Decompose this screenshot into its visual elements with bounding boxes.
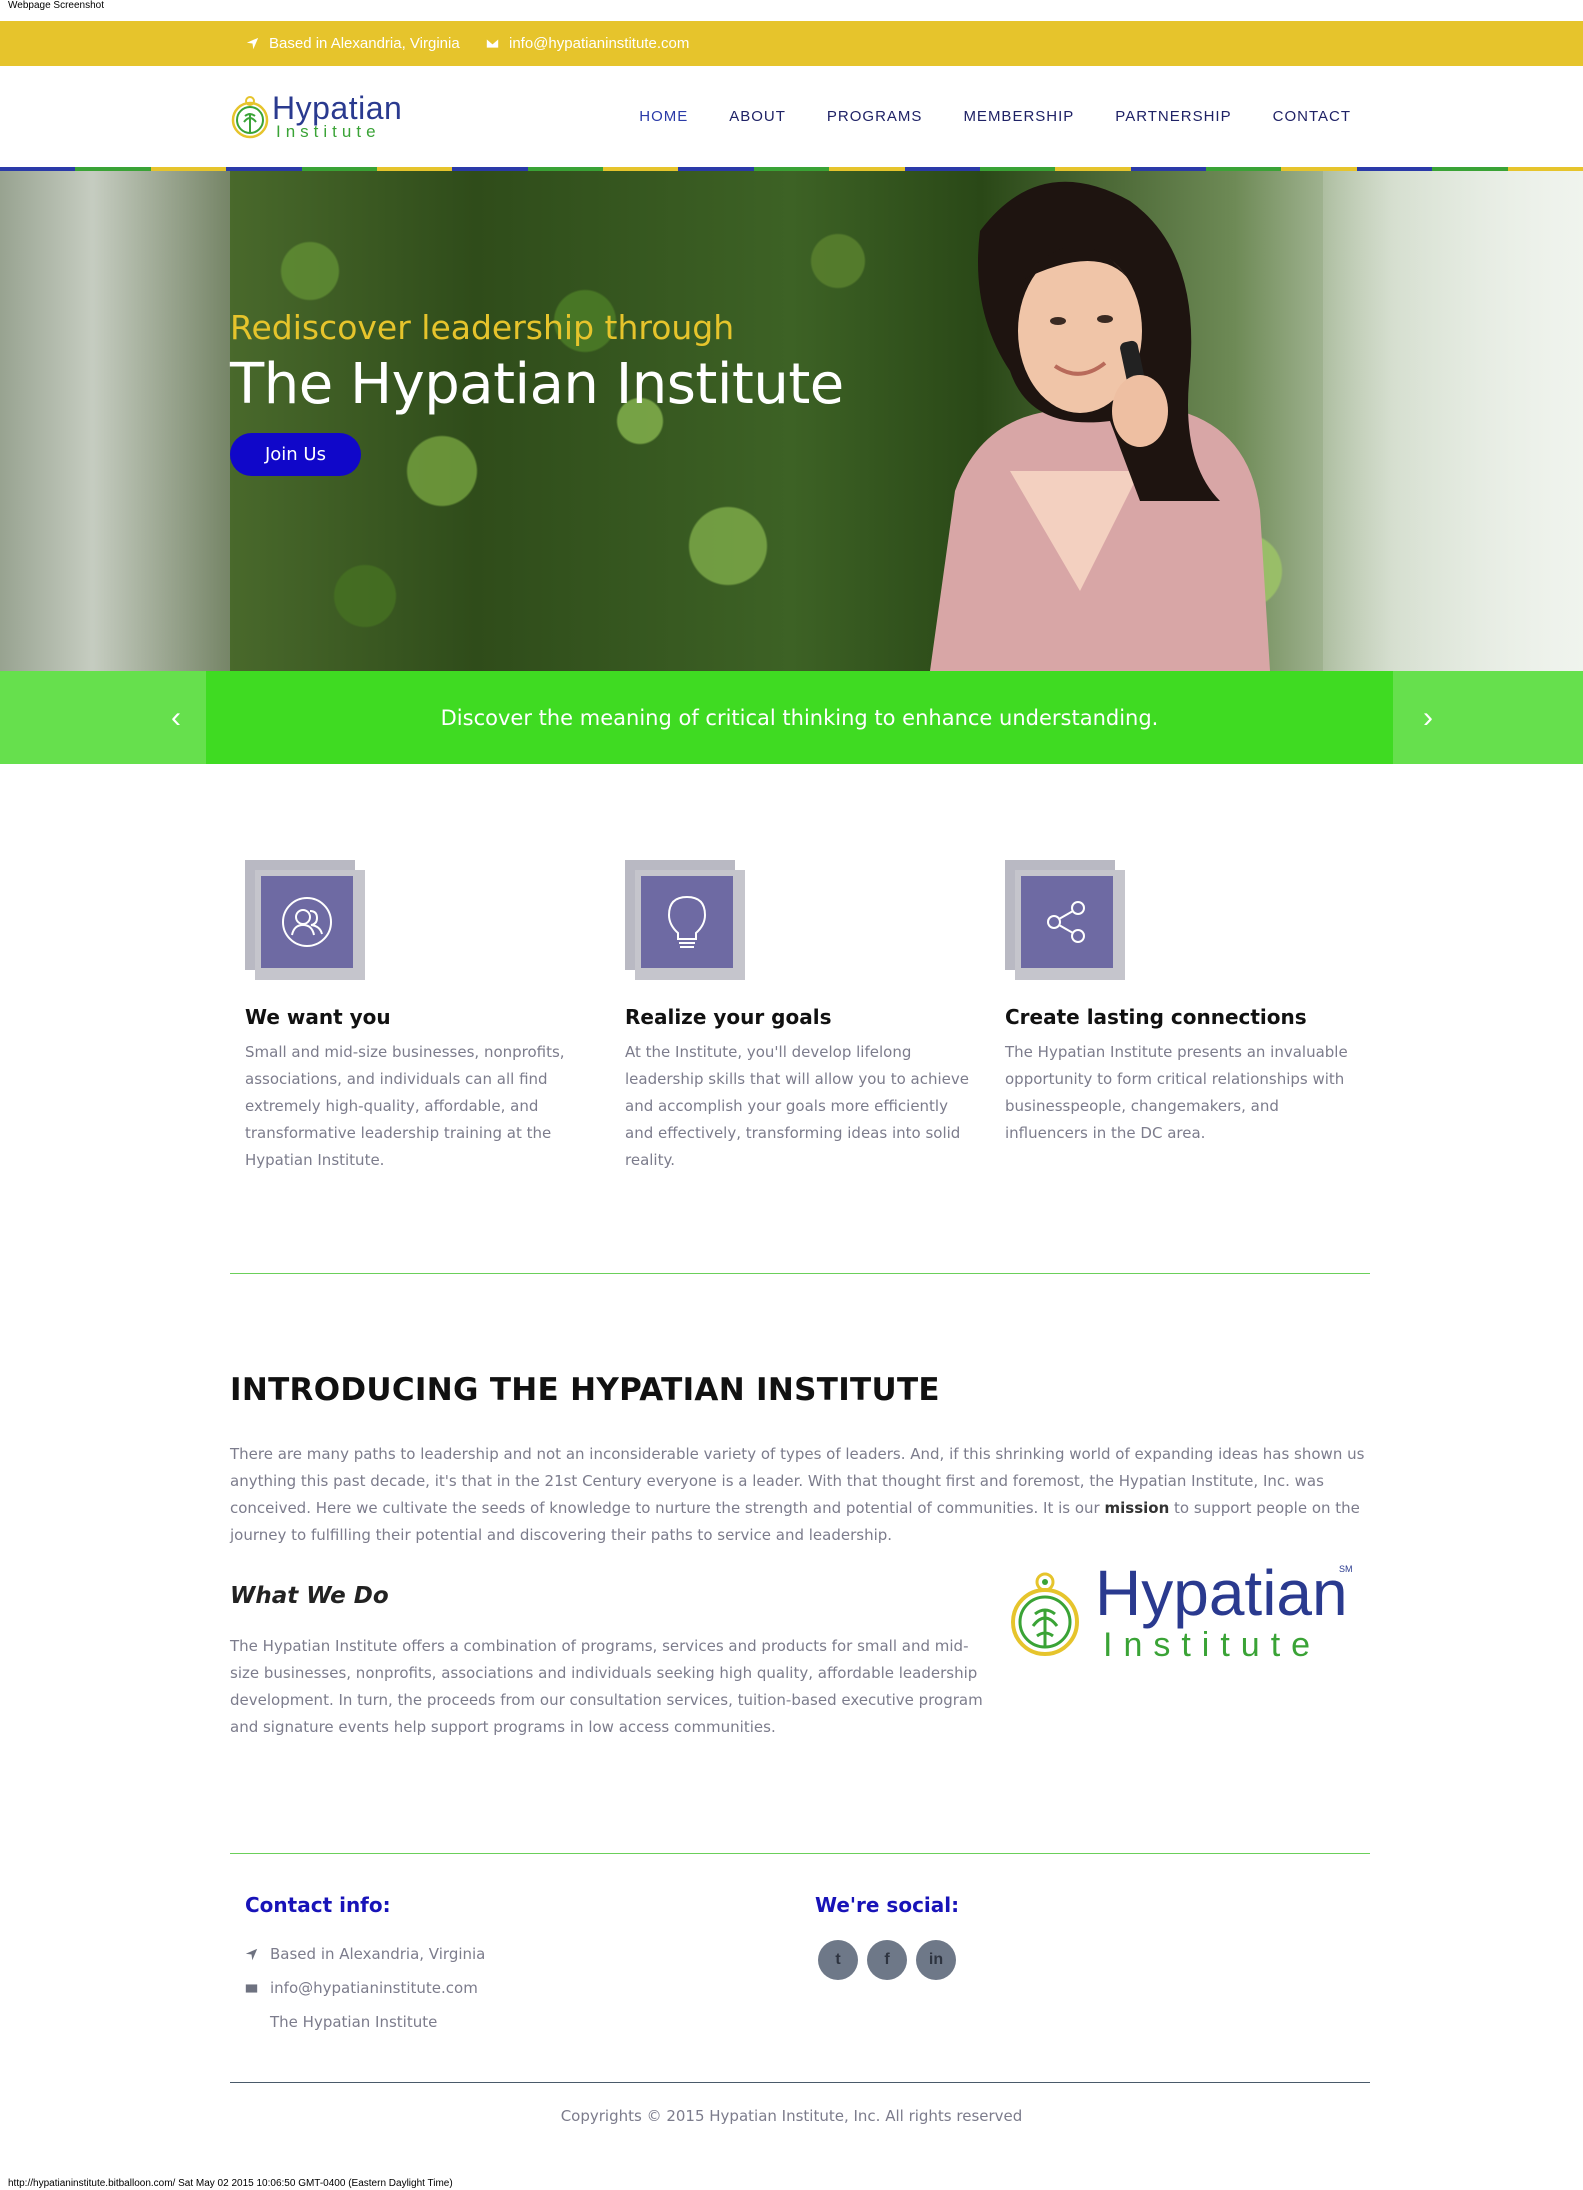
slider-caption: Discover the meaning of critical thinkin… (206, 671, 1393, 764)
nav-programs[interactable]: PROGRAMS (827, 108, 923, 125)
contact-info-title: Contact info: (245, 1893, 391, 1917)
chevron-left-icon: ‹ (171, 700, 181, 734)
topbar-location-text: Based in Alexandria, Virginia (269, 35, 460, 52)
topbar-email[interactable]: info@hypatianinstitute.com (486, 21, 689, 66)
linkedin-glyph: in (928, 1951, 944, 1968)
hero-woman-photo (930, 181, 1270, 671)
facebook-icon[interactable]: f (867, 1940, 907, 1980)
logo-word-hypatian: Hypatian (1095, 1557, 1348, 1629)
slider-prev-button[interactable]: ‹ (146, 671, 206, 764)
intro-mission-bold: mission (1104, 1499, 1170, 1517)
lightbulb-icon (667, 895, 707, 948)
linkedin-icon[interactable]: in (916, 1940, 956, 1980)
nav-home[interactable]: HOME (639, 108, 688, 125)
topbar-location: Based in Alexandria, Virginia (246, 21, 460, 66)
logo-emblem-icon (1011, 1572, 1079, 1656)
copyright-text: Copyrights © 2015 Hypatian Institute, In… (560, 2107, 1023, 2125)
contact-location-text: Based in Alexandria, Virginia (270, 1945, 486, 1963)
capture-footer: http://hypatianinstitute.bitballoon.com/… (8, 2178, 453, 2189)
logo-word-institute: Institute (1103, 1626, 1322, 1664)
section-divider (230, 1853, 1370, 1854)
main-nav: HOME ABOUT PROGRAMS MEMBERSHIP PARTNERSH… (639, 66, 1351, 167)
slider-caption-bar: ‹ Discover the meaning of critical think… (0, 671, 1583, 764)
intro-title: INTRODUCING THE HYPATIAN INSTITUTE (230, 1372, 940, 1408)
nav-partnership[interactable]: PARTNERSHIP (1115, 108, 1231, 125)
contact-name: The Hypatian Institute (245, 2013, 437, 2031)
intro-paragraph: There are many paths to leadership and n… (230, 1441, 1370, 1549)
section-divider (230, 1273, 1370, 1274)
feature-title: Create lasting connections (1005, 1005, 1307, 1029)
feature-title: We want you (245, 1005, 391, 1029)
feature-icon-box (1005, 860, 1130, 985)
hero-banner: Rediscover leadership through The Hypati… (0, 171, 1583, 671)
slider-caption-text: Discover the meaning of critical thinkin… (440, 705, 1159, 730)
feature-realize-goals: Realize your goals At the Institute, you… (625, 860, 975, 1174)
hero-background-pillar (0, 171, 230, 671)
nav-about[interactable]: ABOUT (729, 108, 786, 125)
logo-emblem-icon (231, 96, 269, 139)
site-header: Hypatian Institute HOME ABOUT PROGRAMS M… (0, 66, 1583, 167)
site-logo[interactable]: Hypatian Institute (230, 90, 402, 142)
footer-divider (230, 2082, 1370, 2083)
feature-icon-box (245, 860, 370, 985)
users-icon (282, 897, 332, 947)
social-title: We're social: (815, 1893, 960, 1917)
contact-email[interactable]: info@hypatianinstitute.com (245, 1979, 478, 1997)
twitter-icon[interactable]: t (818, 1940, 858, 1980)
join-us-button[interactable]: Join Us (230, 433, 361, 476)
contact-name-text: The Hypatian Institute (270, 2013, 438, 2031)
logo-service-mark: SM (1339, 1564, 1353, 1574)
hero-subtitle: Rediscover leadership through (230, 308, 735, 347)
envelope-icon (486, 39, 499, 48)
hero-title: The Hypatian Institute (230, 352, 844, 417)
nav-contact[interactable]: CONTACT (1273, 108, 1351, 125)
slider-next-button[interactable]: › (1398, 671, 1458, 764)
feature-we-want-you: We want you Small and mid-size businesse… (245, 860, 595, 1174)
feature-title: Realize your goals (625, 1005, 832, 1029)
contact-email-text[interactable]: info@hypatianinstitute.com (270, 1979, 478, 1997)
feature-text: At the Institute, you'll develop lifelon… (625, 1043, 969, 1169)
chevron-right-icon: › (1423, 700, 1433, 734)
feature-icon-box (625, 860, 750, 985)
feature-text: Small and mid-size businesses, nonprofit… (245, 1043, 565, 1169)
share-icon (1047, 901, 1085, 943)
what-we-do-text: The Hypatian Institute offers a combinat… (230, 1637, 983, 1736)
facebook-glyph: f (884, 1951, 890, 1968)
twitter-glyph: t (835, 1951, 841, 1968)
what-we-do-title: What We Do (230, 1583, 389, 1609)
topbar-email-text[interactable]: info@hypatianinstitute.com (509, 35, 689, 52)
location-arrow-icon (245, 1948, 258, 1960)
envelope-icon (245, 1983, 258, 1993)
hero-background-window (1323, 171, 1583, 671)
nav-membership[interactable]: MEMBERSHIP (963, 108, 1074, 125)
top-info-bar: Based in Alexandria, Virginia info@hypat… (0, 21, 1583, 66)
capture-label: Webpage Screenshot (8, 0, 104, 11)
feature-text: The Hypatian Institute presents an inval… (1005, 1043, 1348, 1142)
contact-location: Based in Alexandria, Virginia (245, 1945, 485, 1963)
logo-word-institute: Institute (276, 122, 381, 141)
location-arrow-icon (246, 37, 259, 50)
institute-logo-large: Hypatian SM Institute (1007, 1557, 1367, 1670)
feature-lasting-connections: Create lasting connections The Hypatian … (1005, 860, 1355, 1147)
